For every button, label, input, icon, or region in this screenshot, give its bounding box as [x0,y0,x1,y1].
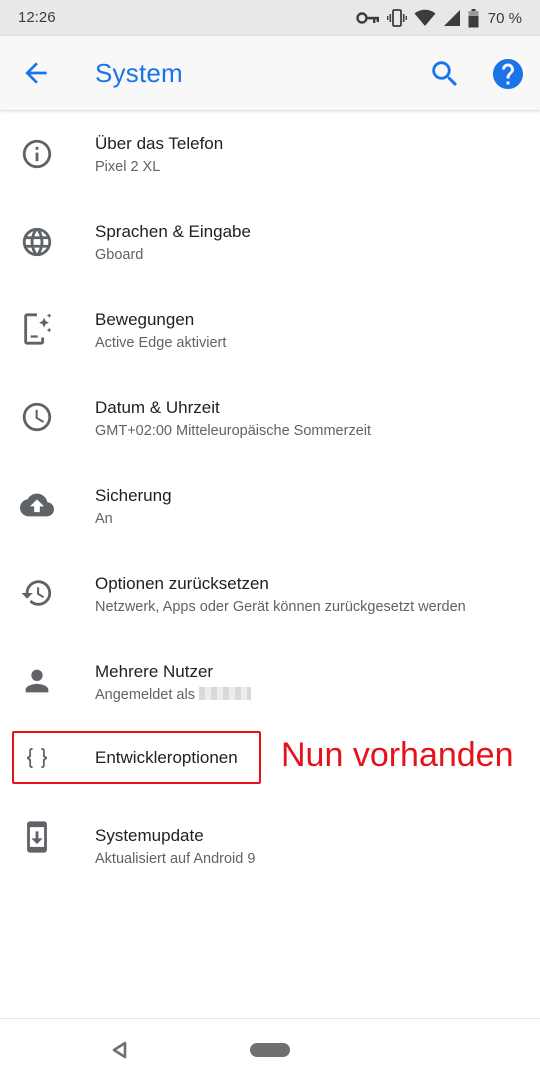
settings-item-about-phone[interactable]: Über das Telefon Pixel 2 XL [0,110,540,198]
settings-item-label: Systemupdate [95,826,204,845]
status-icons: 70 % [356,8,522,28]
vpn-key-icon [356,11,380,25]
settings-item-summary: Aktualisiert auf Android 9 [95,851,256,867]
globe-icon [20,225,54,259]
settings-item-reset-options[interactable]: Optionen zurücksetzen Netzwerk, Apps ode… [0,550,540,638]
settings-item-summary: Angemeldet als [95,687,251,703]
redacted-username [198,687,251,700]
annotation-highlight-box [12,731,261,784]
settings-item-summary: Gboard [95,247,144,263]
nav-home-pill[interactable] [250,1043,290,1057]
status-time: 12:26 [18,9,56,26]
vibrate-icon [386,8,407,28]
user-signed-in-text: Angemeldet als [95,687,195,703]
cloud-upload-icon [20,488,54,522]
settings-item-gestures[interactable]: Bewegungen Active Edge aktiviert [0,286,540,374]
settings-item-backup[interactable]: Sicherung An [0,462,540,550]
restore-icon [20,576,54,610]
settings-item-date-time[interactable]: Datum & Uhrzeit GMT+02:00 Mitteleuropäis… [0,374,540,462]
battery-percent: 70 % [487,9,522,27]
person-icon [20,664,54,698]
settings-item-label: Mehrere Nutzer [95,662,214,681]
settings-item-label: Sicherung [95,486,172,505]
search-icon[interactable] [428,57,462,91]
back-arrow-icon[interactable] [20,57,52,89]
settings-item-summary: GMT+02:00 Mitteleuropäische Sommerzeit [95,423,372,439]
wifi-icon [414,9,436,27]
clock-icon [20,400,54,434]
cell-signal-icon [443,9,461,27]
settings-item-label: Datum & Uhrzeit [95,398,220,417]
settings-item-label: Sprachen & Eingabe [95,222,251,241]
settings-item-label: Über das Telefon [95,134,224,153]
settings-item-summary: Netzwerk, Apps oder Gerät können zurückg… [95,599,466,615]
settings-item-summary: An [95,511,113,527]
settings-item-multiple-users[interactable]: Mehrere Nutzer Angemeldet als [0,638,540,726]
gestures-icon [20,312,54,346]
battery-icon [468,8,479,28]
page-title: System [95,58,183,88]
system-update-icon [20,820,54,854]
settings-item-label: Bewegungen [95,310,195,329]
settings-item-label: Optionen zurücksetzen [95,574,269,593]
annotation-text: Nun vorhanden [281,736,514,774]
settings-item-languages[interactable]: Sprachen & Eingabe Gboard [0,198,540,286]
settings-item-summary: Pixel 2 XL [95,159,161,175]
navigation-bar [0,1018,540,1081]
status-bar: 12:26 70 % [0,0,540,36]
settings-item-summary: Active Edge aktiviert [95,335,227,351]
nav-back-icon[interactable] [110,1040,130,1060]
app-bar: System [0,36,540,110]
info-icon [20,137,54,171]
settings-item-system-update[interactable]: Systemupdate Aktualisiert auf Android 9 [0,802,540,890]
help-icon[interactable] [490,56,526,92]
